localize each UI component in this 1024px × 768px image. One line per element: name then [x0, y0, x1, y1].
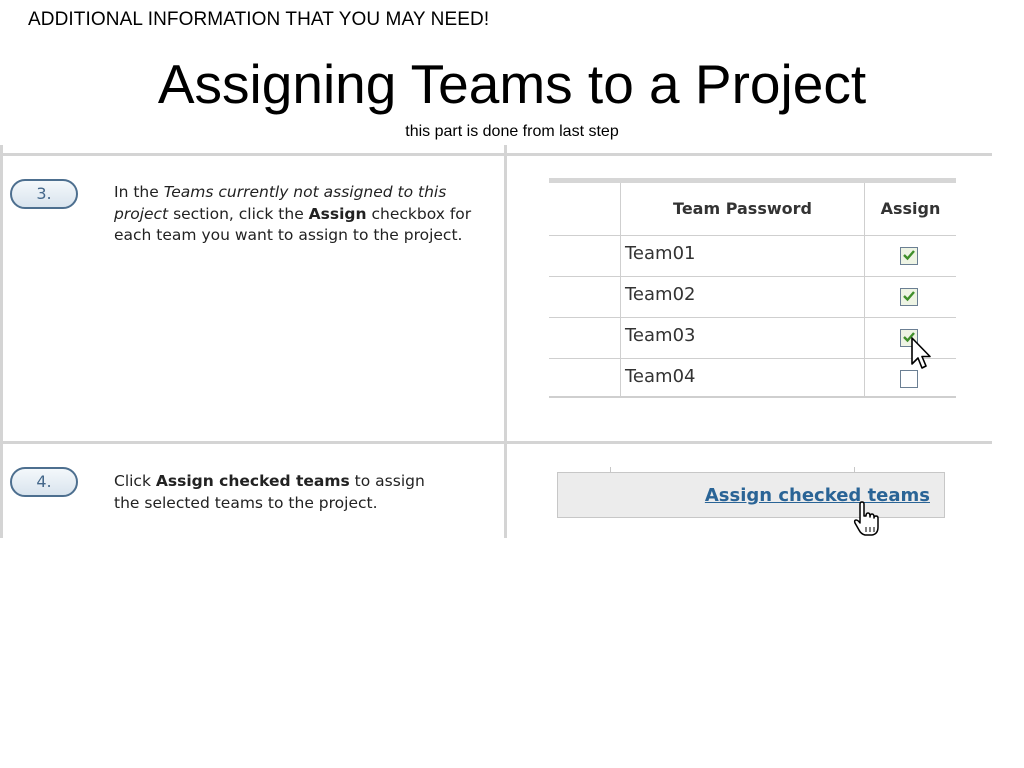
grid-line-middle: [0, 441, 992, 444]
assign-checkbox-team04[interactable]: [900, 370, 918, 388]
team-name-cell: Team04: [625, 366, 696, 387]
team-assign-table: Team Password Assign Team01 Team02 Team0…: [549, 178, 956, 398]
check-icon: [903, 291, 915, 302]
assign-button-bar: Assign checked teams: [557, 467, 945, 518]
assign-checkbox-team03[interactable]: [900, 329, 918, 347]
check-icon: [903, 250, 915, 261]
step-4-badge: 4.: [10, 467, 78, 497]
column-header-team-password: Team Password: [673, 199, 812, 218]
slide-subtitle: this part is done from last step: [405, 123, 619, 140]
check-icon: [903, 332, 915, 343]
team-name-cell: Team03: [625, 325, 696, 346]
step-3-instructions: In the Teams currently not assigned to t…: [114, 183, 472, 244]
grid-line-top: [0, 153, 992, 156]
team-name-cell: Team01: [625, 243, 696, 264]
grid-line-center: [504, 145, 507, 538]
assign-checked-teams-link[interactable]: Assign checked teams: [705, 485, 930, 506]
step-3-badge: 3.: [10, 179, 78, 209]
top-note: ADDITIONAL INFORMATION THAT YOU MAY NEED…: [28, 9, 490, 30]
instruction-screenshot: 3. In the Teams currently not assigned t…: [0, 145, 992, 538]
column-header-assign: Assign: [880, 199, 941, 218]
grid-line-left: [0, 145, 3, 538]
assign-checkbox-team01[interactable]: [900, 247, 918, 265]
slide-title: Assigning Teams to a Project: [157, 53, 867, 115]
step-4-instructions: Click Assign checked teams to assign the…: [114, 472, 425, 512]
team-name-cell: Team02: [625, 284, 696, 305]
assign-checkbox-team02[interactable]: [900, 288, 918, 306]
